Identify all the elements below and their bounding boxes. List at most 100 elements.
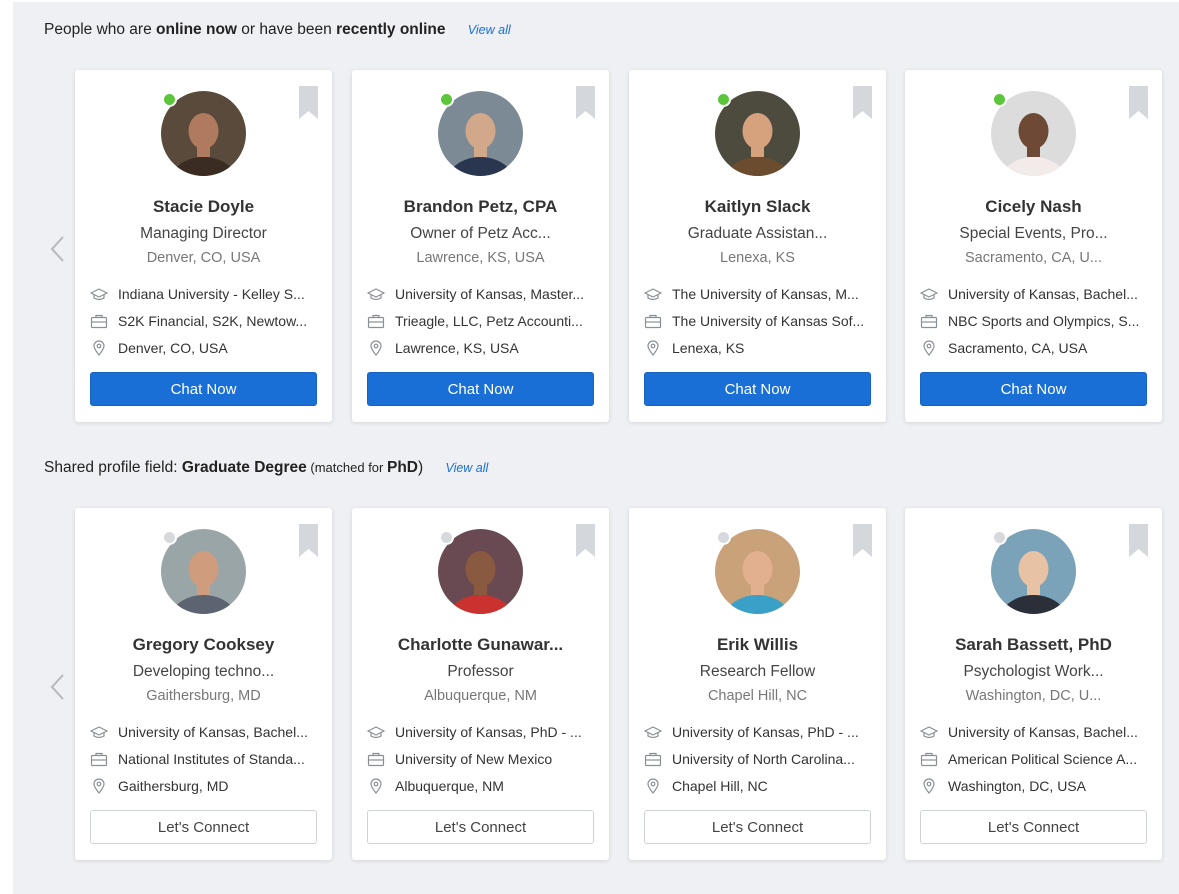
work-row: Trieagle, LLC, Petz Accounti... [367,313,597,333]
work-text: S2K Financial, S2K, Newtow... [118,313,308,329]
map-pin-icon [90,778,108,794]
offline-status-dot [992,530,1007,545]
location-row: Lawrence, KS, USA [367,340,597,360]
education-text: Indiana University - Kelley S... [118,286,305,302]
chat-now-button[interactable]: Chat Now [920,372,1147,406]
profile-card[interactable]: Erik Willis Research Fellow Chapel Hill, N… [629,508,886,860]
bookmark-button[interactable] [299,86,318,119]
online-status-dot [162,92,177,107]
location-row: Chapel Hill, NC [644,778,874,798]
location-row: Albuquerque, NM [367,778,597,798]
education-row: University of Kansas, Bachel... [920,286,1150,306]
carousel-prev-online-button[interactable] [46,234,68,268]
lets-connect-button[interactable]: Let's Connect [920,810,1147,844]
offline-status-dot [439,530,454,545]
online-status-dot [992,92,1007,107]
heading-bold: online now [156,21,237,38]
place-text: Chapel Hill, NC [672,778,768,794]
profile-title: Owner of Petz Acc... [410,225,551,242]
place-text: Lenexa, KS [672,340,745,356]
location-row: Gaithersburg, MD [90,778,320,798]
profile-card[interactable]: Kaitlyn Slack Graduate Assistan... Lenexa,… [629,70,886,422]
profile-title: Managing Director [140,225,267,242]
bookmark-icon [853,86,872,119]
lets-connect-button[interactable]: Let's Connect [90,810,317,844]
profile-location: Gaithersburg, MD [146,688,261,704]
education-text: University of Kansas, Master... [395,286,585,302]
profile-card[interactable]: Stacie Doyle Managing Director Denver, CO,… [75,70,332,422]
bookmark-button[interactable] [1129,86,1148,119]
education-row: The University of Kansas, M... [644,286,874,306]
education-text: University of Kansas, PhD - ... [672,724,859,740]
education-text: University of Kansas, Bachel... [948,286,1138,302]
briefcase-icon [920,751,938,767]
profile-title: Professor [447,663,514,680]
place-text: Denver, CO, USA [118,340,228,356]
bookmark-icon [299,86,318,119]
work-text: NBC Sports and Olympics, S... [948,313,1140,329]
profile-card[interactable]: Sarah Bassett, PhD Psychologist Work... Wa… [905,508,1162,860]
lets-connect-button[interactable]: Let's Connect [367,810,594,844]
briefcase-icon [90,751,108,767]
profile-card[interactable]: Charlotte Gunawar... Professor Albuquerque… [352,508,609,860]
profile-location: Denver, CO, USA [146,250,261,266]
briefcase-icon [367,313,385,329]
lets-connect-button[interactable]: Let's Connect [644,810,871,844]
chat-now-button[interactable]: Chat Now [644,372,871,406]
location-row: Lenexa, KS [644,340,874,360]
bookmark-button[interactable] [853,524,872,557]
graduation-cap-icon [367,724,385,740]
education-row: University of Kansas, PhD - ... [367,724,597,744]
map-pin-icon [367,778,385,794]
profile-name[interactable]: Erik Willis [629,635,886,655]
map-pin-icon [920,778,938,794]
work-text: American Political Science A... [948,751,1138,767]
chat-now-button[interactable]: Chat Now [90,372,317,406]
education-row: University of Kansas, Bachel... [920,724,1150,744]
profile-name[interactable]: Gregory Cooksey [75,635,332,655]
heading-text: or have been [236,21,337,38]
profile-name[interactable]: Kaitlyn Slack [629,197,886,217]
graduation-cap-icon [920,724,938,740]
chevron-left-icon [50,236,64,262]
bookmark-button[interactable] [299,524,318,557]
profile-title: Special Events, Pro... [959,225,1108,242]
work-row: American Political Science A... [920,751,1150,771]
map-pin-icon [90,340,108,356]
profile-location: Chapel Hill, NC [707,688,808,704]
education-row: Indiana University - Kelley S... [90,286,320,306]
people-panel: People who are online now or have been r… [13,2,1179,894]
heading-bold: PhD [386,459,418,476]
graduation-cap-icon [90,724,108,740]
briefcase-icon [367,751,385,767]
briefcase-icon [90,313,108,329]
profile-title: Graduate Assistan... [687,225,828,242]
bookmark-button[interactable] [576,524,595,557]
profile-name[interactable]: Sarah Bassett, PhD [905,635,1162,655]
profile-card[interactable]: Gregory Cooksey Developing techno... Gaith… [75,508,332,860]
bookmark-icon [1129,86,1148,119]
briefcase-icon [644,313,662,329]
profile-location: Washington, DC, U... [965,688,1102,704]
location-row: Washington, DC, USA [920,778,1150,798]
profile-card[interactable]: Brandon Petz, CPA Owner of Petz Acc... Law… [352,70,609,422]
profile-card[interactable]: Cicely Nash Special Events, Pro... Sacrame… [905,70,1162,422]
profile-name[interactable]: Stacie Doyle [75,197,332,217]
heading-text: ) [417,459,424,476]
bookmark-button[interactable] [853,86,872,119]
bookmark-button[interactable] [1129,524,1148,557]
bookmark-button[interactable] [576,86,595,119]
profile-name[interactable]: Brandon Petz, CPA [352,197,609,217]
map-pin-icon [920,340,938,356]
view-all-shared-link[interactable]: View all [445,461,488,475]
carousel-prev-shared-button[interactable] [46,672,68,706]
profile-title: Research Fellow [699,663,816,680]
education-text: University of Kansas, Bachel... [118,724,308,740]
view-all-online-link[interactable]: View all [468,23,511,37]
chat-now-button[interactable]: Chat Now [367,372,594,406]
education-text: The University of Kansas, M... [672,286,859,302]
profile-name[interactable]: Charlotte Gunawar... [352,635,609,655]
profile-name[interactable]: Cicely Nash [905,197,1162,217]
place-text: Sacramento, CA, USA [948,340,1088,356]
profile-location: Lawrence, KS, USA [416,250,545,266]
